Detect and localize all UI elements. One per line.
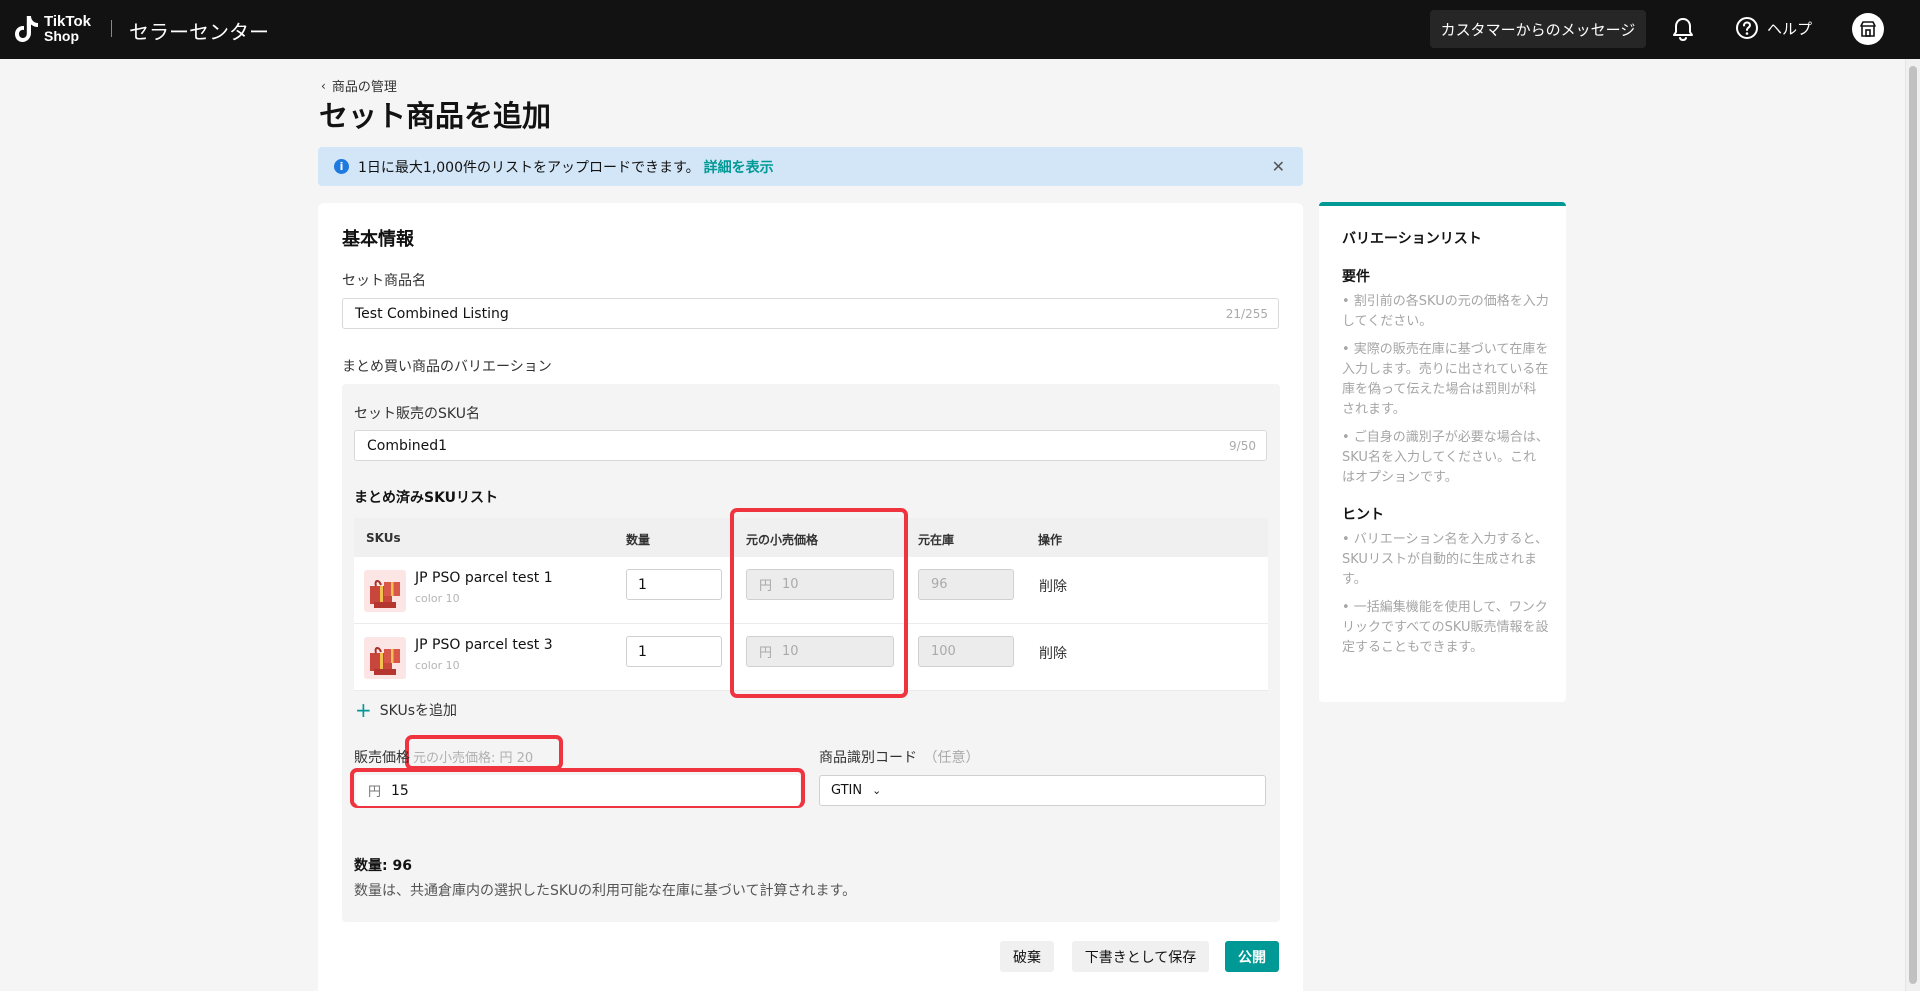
top-bar: TikTok Shop セラーセンター カスタマーからのメッセージ ヘルプ (0, 0, 1920, 59)
product-thumbnail (364, 570, 406, 612)
help-label: ヘルプ (1767, 19, 1813, 38)
logo-line1: TikTok (44, 12, 91, 30)
requirement-item: • 実際の販売在庫に基づいて在庫を入力します。売りに出されている在庫を偽って伝え… (1342, 342, 1549, 417)
variation-label: まとめ買い商品のバリエーション (342, 359, 552, 375)
retail-price-hint: 元の小売価格: 円 20 (413, 751, 534, 766)
side-panel-title: バリエーションリスト (1342, 231, 1482, 247)
product-name-counter: 21/255 (1225, 306, 1268, 321)
variation-guide-panel: バリエーションリスト 要件 • 割引前の各SKUの元の価格を入力してください。 … (1319, 202, 1566, 702)
plus-icon: + (355, 698, 372, 722)
question-icon (1736, 17, 1758, 39)
combined-sku-list-title: まとめ済みSKUリスト (354, 490, 499, 506)
info-icon: i (334, 159, 349, 174)
quantity-input[interactable]: 1 (626, 569, 722, 600)
logo-line2: Shop (44, 27, 79, 44)
product-name-label: セット商品名 (342, 273, 426, 289)
add-sku-button[interactable]: + SKUsを追加 (355, 700, 457, 720)
sku-variant: color 10 (415, 659, 460, 672)
col-skus: SKUs (366, 531, 401, 545)
sale-price-label: 販売価格 (354, 750, 410, 766)
chevron-down-icon: ⌄ (872, 784, 882, 797)
app-title: セラーセンター (129, 20, 269, 44)
tiktok-shop-logo[interactable]: TikTok Shop (14, 14, 91, 43)
delete-button[interactable]: 削除 (1039, 643, 1067, 663)
requirement-item: • 割引前の各SKUの元の価格を入力してください。 (1342, 294, 1549, 329)
logo-divider (111, 20, 112, 37)
id-code-label-wrap: 商品識別コード （任意） (819, 747, 979, 767)
publish-button[interactable]: 公開 (1225, 941, 1279, 972)
stock-field: 96 (918, 569, 1014, 600)
col-qty: 数量 (626, 533, 651, 547)
add-sku-label: SKUsを追加 (379, 703, 457, 719)
highlight-retail-price-column (730, 508, 908, 698)
requirement-item: • ご自身の識別子が必要な場合は、SKU名を入力してください。これはオプションで… (1342, 430, 1549, 485)
quantity-summary: 数量: 96 (354, 858, 412, 874)
shop-avatar[interactable] (1852, 13, 1884, 45)
id-code-select[interactable]: GTIN ⌄ (819, 775, 1266, 806)
sku-name: JP PSO parcel test 1 (415, 570, 553, 586)
hint-item: • バリエーション名を入力すると、SKUリストが自動的に生成されます。 (1342, 532, 1549, 587)
id-code-label: 商品識別コード (819, 750, 917, 766)
currency-label: 円 (368, 785, 382, 800)
requirements-title: 要件 (1342, 269, 1370, 285)
info-banner: i 1日に最大1,000件のリストをアップロードできます。 詳細を表示 ✕ (318, 147, 1303, 186)
sale-price-input[interactable]: 円 15 (356, 775, 800, 806)
banner-details-link[interactable]: 詳細を表示 (704, 157, 774, 177)
hints-title: ヒント (1342, 507, 1384, 523)
sku-name-value: Combined1 (367, 437, 448, 454)
customer-messages-button[interactable]: カスタマーからのメッセージ (1430, 10, 1646, 48)
product-name-value: Test Combined Listing (355, 305, 509, 322)
col-stock: 元在庫 (918, 533, 955, 547)
discard-button[interactable]: 破棄 (1000, 941, 1054, 972)
help-button[interactable]: ヘルプ (1735, 16, 1812, 40)
id-code-optional: （任意） (923, 750, 980, 766)
tiktok-icon (15, 16, 38, 42)
sale-price-value: 15 (391, 782, 409, 799)
product-thumbnail (364, 637, 406, 679)
store-icon (1860, 21, 1876, 37)
id-code-type: GTIN (831, 783, 863, 798)
page-title: セット商品を追加 (319, 99, 552, 133)
hint-item: • 一括編集機能を使用して、ワンクリックですべてのSKU販売情報を設定することも… (1342, 600, 1549, 655)
quantity-note: 数量は、共通倉庫内の選択したSKUの利用可能な在庫に基づいて計算されます。 (354, 883, 857, 899)
sku-variant: color 10 (415, 592, 460, 605)
bell-icon[interactable] (1672, 16, 1694, 46)
sku-name-input[interactable]: Combined1 9/50 (354, 430, 1267, 461)
save-draft-button[interactable]: 下書きとして保存 (1072, 941, 1209, 972)
banner-text: 1日に最大1,000件のリストをアップロードできます。 (358, 159, 700, 176)
close-icon[interactable]: ✕ (1272, 157, 1285, 176)
col-actions: 操作 (1038, 533, 1063, 547)
sku-name-counter: 9/50 (1229, 438, 1256, 453)
sku-name-label: セット販売のSKU名 (354, 406, 480, 422)
delete-button[interactable]: 削除 (1039, 576, 1067, 596)
chevron-left-icon: ‹ (321, 78, 326, 93)
quantity-input[interactable]: 1 (626, 636, 722, 667)
section-title-basic-info: 基本情報 (342, 229, 414, 250)
stock-field: 100 (918, 636, 1014, 667)
sku-name: JP PSO parcel test 3 (415, 637, 553, 653)
scrollbar-thumb[interactable] (1909, 66, 1917, 984)
product-name-input[interactable]: Test Combined Listing 21/255 (342, 298, 1279, 329)
